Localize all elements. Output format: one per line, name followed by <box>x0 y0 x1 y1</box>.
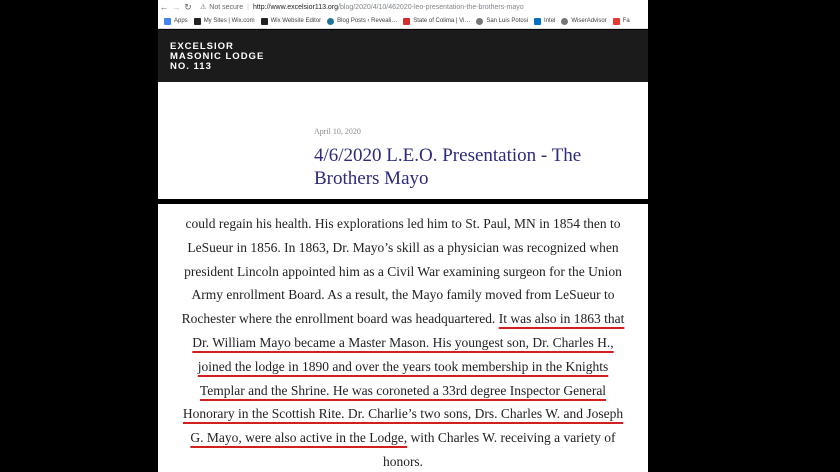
text-line: Rochester where the enrollment board was… <box>158 307 648 331</box>
text-line: Dr. William Mayo became a Master Mason. … <box>158 331 648 355</box>
highlighted-text: Honorary in the Scottish Rite. Dr. Charl… <box>182 406 624 422</box>
post-paragraph: could regain his health. His exploration… <box>158 212 648 472</box>
logo-line-3: NO. 113 <box>170 61 212 72</box>
text-line: G. Mayo, were also active in the Lodge, … <box>158 426 648 450</box>
post-header: April 10, 2020 4/6/2020 L.E.O. Presentat… <box>158 82 648 199</box>
text-segment: Rochester where the enrollment board was… <box>181 311 499 327</box>
m-logo-icon <box>403 17 411 25</box>
bookmark-fa[interactable]: Fa <box>612 17 630 25</box>
bookmarks-bar: Apps My Sites | Wix.com Wix Website Edit… <box>158 14 648 28</box>
highlighted-text: joined the lodge in 1890 and over the ye… <box>197 358 609 374</box>
site-header: EXCELSIOR MASONIC LODGE NO. 113 <box>158 30 648 82</box>
text-line: Templar and the Shrine. He was coroneted… <box>158 379 648 403</box>
bookmark-wiseradvisor[interactable]: WiserAdvisor <box>561 17 607 25</box>
bookmark-apps[interactable]: Apps <box>164 17 188 25</box>
text-segment: with Charles W. receiving a variety of <box>407 430 616 446</box>
globe-icon <box>561 17 569 25</box>
browser-nav-row: ← → ↻ ⚠ Not secure | http://www.excelsio… <box>158 0 648 14</box>
url-host: http://www.excelsior113.org <box>252 3 339 11</box>
url-path: /blog/2020/4/10/462020-leo-presentation-… <box>338 3 524 11</box>
text-line: president Lincoln appointed him as a Civ… <box>184 263 622 279</box>
wordpress-icon <box>327 17 335 25</box>
post-title: 4/6/2020 L.E.O. Presentation - The Broth… <box>314 145 582 189</box>
highlighted-text: Templar and the Shrine. He was coroneted… <box>199 382 607 398</box>
forward-arrow-icon[interactable]: → <box>170 2 182 12</box>
reload-icon[interactable]: ↻ <box>182 2 194 13</box>
wix-icon <box>193 17 201 25</box>
text-line: could regain his health. His exploration… <box>185 216 621 231</box>
apps-grid-icon <box>164 17 171 25</box>
bookmark-state-of-colima[interactable]: State of Colima | Vi… <box>403 17 470 25</box>
globe-icon <box>476 17 484 25</box>
wix-icon <box>260 17 268 25</box>
text-line: honors. <box>382 453 424 469</box>
site-logo[interactable]: EXCELSIOR MASONIC LODGE NO. 113 <box>170 42 264 72</box>
post-date: April 10, 2020 <box>314 127 361 136</box>
text-line: Army enrollment Board. As a result, the … <box>191 287 615 303</box>
text-line: Honorary in the Scottish Rite. Dr. Charl… <box>158 402 648 426</box>
bookmark-wix-editor[interactable]: Wix Website Editor <box>260 17 321 25</box>
flag-icon <box>612 17 620 25</box>
bookmark-san-luis-potosi[interactable]: San Luis Potosi <box>476 17 528 25</box>
omnibox-separator: | <box>247 3 249 11</box>
bookmark-blog-posts[interactable]: Blog Posts ‹ Reveali… <box>327 17 397 25</box>
intel-icon <box>534 17 542 25</box>
bookmark-intel[interactable]: Intel <box>534 17 555 25</box>
highlighted-text: Dr. William Mayo became a Master Mason. … <box>192 334 614 350</box>
back-arrow-icon[interactable]: ← <box>158 2 170 12</box>
warning-icon: ⚠ <box>200 4 207 11</box>
address-bar[interactable]: ⚠ Not secure | http://www.excelsior113.o… <box>200 3 524 12</box>
highlighted-text: It was also in 1863 that <box>498 311 625 327</box>
security-label: Not secure <box>209 3 244 11</box>
bookmark-my-sites[interactable]: My Sites | Wix.com <box>193 17 255 25</box>
text-line: joined the lodge in 1890 and over the ye… <box>158 355 648 379</box>
highlighted-text: G. Mayo, were also active in the Lodge, <box>190 430 408 446</box>
post-body: could regain his health. His exploration… <box>158 204 648 472</box>
browser-chrome: ← → ↻ ⚠ Not secure | http://www.excelsio… <box>158 0 648 29</box>
text-line: LeSueur in 1856. In 1863, Dr. Mayo’s ski… <box>187 239 619 255</box>
